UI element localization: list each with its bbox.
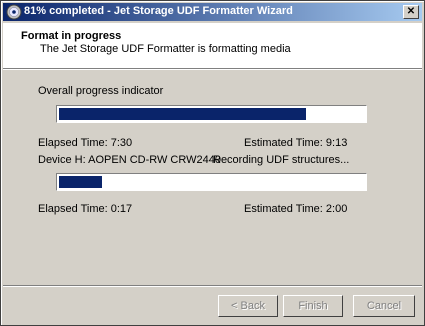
device-status: Recording UDF structures... — [213, 154, 350, 166]
footer-divider — [3, 285, 422, 287]
cancel-button[interactable]: Cancel — [353, 295, 415, 317]
overall-estimated-time: Estimated Time: 9:13 — [244, 137, 348, 149]
close-button[interactable]: ✕ — [403, 5, 419, 19]
close-icon: ✕ — [406, 6, 416, 17]
step-elapsed-time: Elapsed Time: 0:17 — [38, 203, 133, 215]
overall-elapsed-time: Elapsed Time: 7:30 — [38, 137, 133, 149]
overall-progress-bar — [56, 105, 367, 123]
window-title: 81% completed - Jet Storage UDF Formatte… — [24, 5, 293, 17]
step-progress-bar — [56, 173, 367, 191]
step-estimated-time: Estimated Time: 2:00 — [244, 203, 348, 215]
finish-button[interactable]: Finish — [283, 295, 343, 317]
step-progress-fill — [59, 176, 102, 188]
wizard-window: 81% completed - Jet Storage UDF Formatte… — [0, 0, 425, 326]
header-divider — [3, 68, 422, 70]
header-subtitle: The Jet Storage UDF Formatter is formatt… — [40, 43, 291, 55]
back-button[interactable]: < Back — [218, 295, 278, 317]
overall-progress-label: Overall progress indicator — [38, 85, 164, 97]
device-name: Device H: AOPEN CD-RW CRW2440 — [38, 154, 221, 166]
overall-progress-fill — [59, 108, 306, 120]
title-bar[interactable]: 81% completed - Jet Storage UDF Formatte… — [3, 3, 422, 21]
wizard-header: Format in progress The Jet Storage UDF F… — [3, 23, 422, 68]
cd-disc-icon — [6, 4, 22, 20]
header-title: Format in progress — [21, 30, 122, 42]
